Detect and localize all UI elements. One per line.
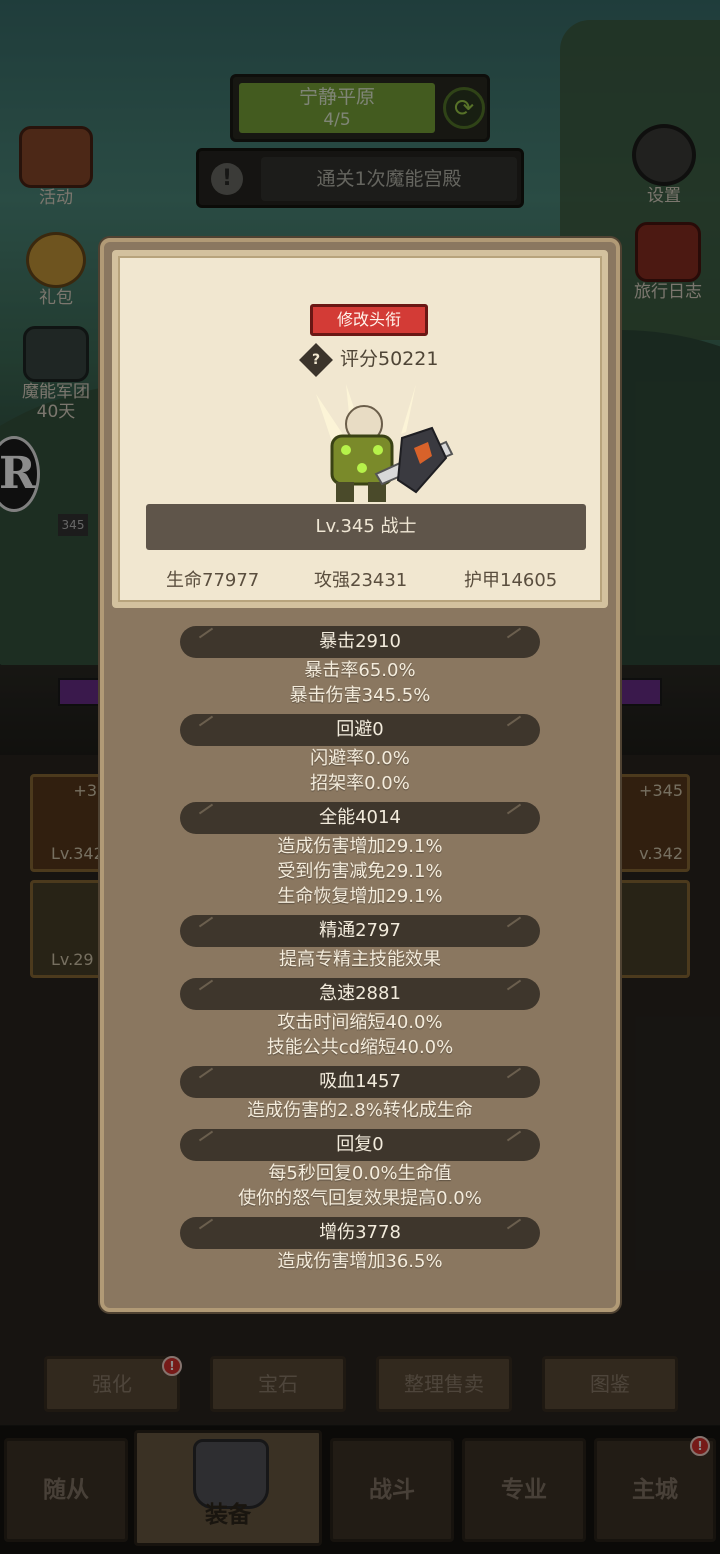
stat-line: 生命恢复增加29.1% xyxy=(277,886,443,907)
stat-header-versatility: 全能4014 xyxy=(180,802,540,834)
stat-line: 技能公共cd缩短40.0% xyxy=(266,1037,454,1058)
stat-line: 造成伤害增加29.1% xyxy=(277,836,443,857)
secondary-stats-list: 暴击2910 暴击率65.0% 暴击伤害345.5% 回避0 闪避率0.0% 招… xyxy=(104,620,616,1274)
stat-header-text: 全能4014 xyxy=(319,807,401,828)
stat-line: 闪避率0.0% xyxy=(310,748,410,769)
stat-header-mastery: 精通2797 xyxy=(180,915,540,947)
warrior-avatar xyxy=(316,384,454,502)
character-card: 修改头衔 ? 评分50221 Lv.345 战士 生命77977 攻强23431 … xyxy=(112,250,608,608)
stat-header-dodge: 回避0 xyxy=(180,714,540,746)
change-title-button[interactable]: 修改头衔 xyxy=(310,304,428,336)
stat-header-text: 暴击2910 xyxy=(319,631,401,652)
help-icon[interactable]: ? xyxy=(299,342,333,377)
level-class-banner: Lv.345 战士 xyxy=(146,504,586,550)
core-stats-row: 生命77977 攻强23431 护甲14605 xyxy=(118,566,602,596)
stat-header-text: 精通2797 xyxy=(319,920,401,941)
score-value: 评分50221 xyxy=(340,348,439,370)
stat-header-text: 回复0 xyxy=(336,1134,384,1155)
attack-stat: 攻强23431 xyxy=(314,570,408,591)
stat-header-text: 回避0 xyxy=(336,719,384,740)
stat-header-crit: 暴击2910 xyxy=(180,626,540,658)
stat-line: 招架率0.0% xyxy=(310,773,410,794)
stat-header-text: 吸血1457 xyxy=(319,1071,401,1092)
character-stats-panel: 修改头衔 ? 评分50221 Lv.345 战士 生命77977 攻强23431 … xyxy=(100,238,620,1312)
stat-line: 造成伤害的2.8%转化成生命 xyxy=(247,1100,473,1121)
stat-line: 提高专精主技能效果 xyxy=(279,949,441,970)
armor-stat: 护甲14605 xyxy=(464,570,558,591)
stat-header-regen: 回复0 xyxy=(180,1129,540,1161)
stat-line: 每5秒回复0.0%生命值 xyxy=(268,1163,452,1184)
score-row: ? 评分50221 xyxy=(298,342,458,377)
stat-header-lifesteal: 吸血1457 xyxy=(180,1066,540,1098)
stat-line: 受到伤害减免29.1% xyxy=(277,861,443,882)
stat-header-haste: 急速2881 xyxy=(180,978,540,1010)
stat-header-text: 增伤3778 xyxy=(319,1222,401,1243)
stat-line: 暴击率65.0% xyxy=(304,660,416,681)
stat-header-text: 急速2881 xyxy=(319,983,401,1004)
stat-line: 使你的怒气回复效果提高0.0% xyxy=(238,1188,482,1209)
stat-line: 造成伤害增加36.5% xyxy=(277,1251,443,1272)
stat-header-damage-bonus: 增伤3778 xyxy=(180,1217,540,1249)
hp-stat: 生命77977 xyxy=(166,570,260,591)
stat-line: 暴击伤害345.5% xyxy=(289,685,431,706)
stat-line: 攻击时间缩短40.0% xyxy=(277,1012,443,1033)
